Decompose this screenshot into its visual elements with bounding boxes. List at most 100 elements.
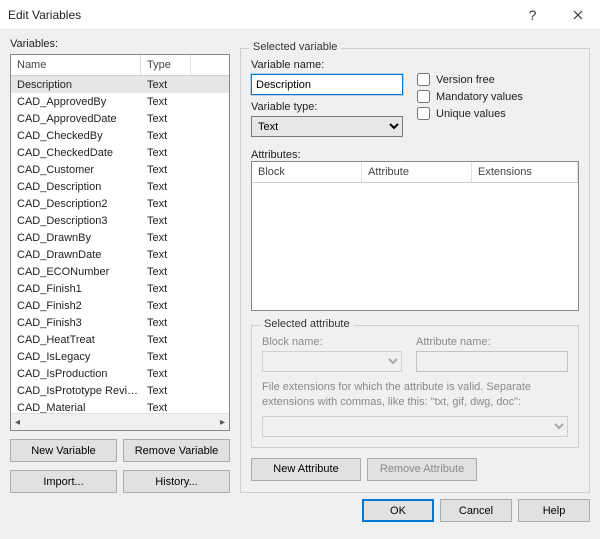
block-name-select bbox=[262, 351, 402, 372]
row-type: Text bbox=[141, 164, 229, 176]
row-type: Text bbox=[141, 113, 229, 125]
table-row[interactable]: CAD_DescriptionText bbox=[11, 178, 229, 195]
variables-label: Variables: bbox=[10, 38, 230, 50]
row-type: Text bbox=[141, 351, 229, 363]
title-bar: Edit Variables ? bbox=[0, 0, 600, 30]
row-name: CAD_IsPrototype Revision bbox=[11, 385, 141, 397]
attributes-list[interactable]: Block Attribute Extensions bbox=[251, 161, 579, 311]
table-row[interactable]: CAD_HeatTreatText bbox=[11, 331, 229, 348]
row-name: CAD_Material bbox=[11, 402, 141, 414]
row-name: CAD_Finish3 bbox=[11, 317, 141, 329]
selected-attribute-group: Selected attribute Block name: Attribute… bbox=[251, 325, 579, 448]
remove-attribute-button: Remove Attribute bbox=[367, 458, 477, 481]
col-name[interactable]: Name bbox=[11, 55, 141, 75]
table-row[interactable]: CAD_Finish2Text bbox=[11, 297, 229, 314]
col-type[interactable]: Type bbox=[141, 55, 191, 75]
horizontal-scrollbar[interactable]: ◂ ▸ bbox=[11, 413, 229, 430]
row-name: CAD_Finish1 bbox=[11, 283, 141, 295]
row-name: CAD_Description2 bbox=[11, 198, 141, 210]
table-row[interactable]: CAD_ApprovedByText bbox=[11, 93, 229, 110]
table-row[interactable]: CAD_CheckedDateText bbox=[11, 144, 229, 161]
row-name: CAD_DrawnBy bbox=[11, 232, 141, 244]
row-type: Text bbox=[141, 79, 229, 91]
selected-attribute-legend: Selected attribute bbox=[260, 318, 354, 330]
table-row[interactable]: CAD_IsProductionText bbox=[11, 365, 229, 382]
variables-rows[interactable]: DescriptionTextCAD_ApprovedByTextCAD_App… bbox=[11, 76, 229, 413]
extensions-help-text: File extensions for which the attribute … bbox=[262, 380, 568, 410]
attribute-name-input bbox=[416, 351, 568, 372]
scroll-left-icon[interactable]: ◂ bbox=[11, 417, 24, 428]
table-row[interactable]: CAD_DrawnByText bbox=[11, 229, 229, 246]
extensions-select bbox=[262, 416, 568, 437]
dialog-actions: OK Cancel Help bbox=[0, 499, 600, 532]
attributes-header: Block Attribute Extensions bbox=[252, 162, 578, 183]
history-button[interactable]: History... bbox=[123, 470, 230, 493]
help-button[interactable]: Help bbox=[518, 499, 590, 522]
table-row[interactable]: CAD_DrawnDateText bbox=[11, 246, 229, 263]
block-name-label: Block name: bbox=[262, 336, 402, 348]
variable-name-input[interactable] bbox=[251, 74, 403, 95]
table-row[interactable]: CAD_Description3Text bbox=[11, 212, 229, 229]
row-type: Text bbox=[141, 317, 229, 329]
row-name: CAD_ApprovedBy bbox=[11, 96, 141, 108]
table-row[interactable]: CAD_CustomerText bbox=[11, 161, 229, 178]
row-type: Text bbox=[141, 368, 229, 380]
row-type: Text bbox=[141, 181, 229, 193]
ok-button[interactable]: OK bbox=[362, 499, 434, 522]
help-titlebar-button[interactable]: ? bbox=[510, 0, 555, 30]
cancel-button[interactable]: Cancel bbox=[440, 499, 512, 522]
close-icon bbox=[573, 10, 583, 20]
row-name: CAD_Description bbox=[11, 181, 141, 193]
row-type: Text bbox=[141, 283, 229, 295]
attribute-name-label: Attribute name: bbox=[416, 336, 568, 348]
row-type: Text bbox=[141, 249, 229, 261]
table-row[interactable]: CAD_CheckedByText bbox=[11, 127, 229, 144]
selected-variable-legend: Selected variable bbox=[249, 41, 341, 53]
row-name: CAD_DrawnDate bbox=[11, 249, 141, 261]
table-row[interactable]: CAD_Finish3Text bbox=[11, 314, 229, 331]
table-row[interactable]: CAD_ECONumberText bbox=[11, 263, 229, 280]
row-name: CAD_ECONumber bbox=[11, 266, 141, 278]
variable-type-label: Variable type: bbox=[251, 101, 403, 113]
version-free-checkbox[interactable]: Version free bbox=[417, 73, 523, 86]
row-name: CAD_CheckedDate bbox=[11, 147, 141, 159]
new-attribute-button[interactable]: New Attribute bbox=[251, 458, 361, 481]
table-row[interactable]: CAD_ApprovedDateText bbox=[11, 110, 229, 127]
row-name: CAD_HeatTreat bbox=[11, 334, 141, 346]
row-type: Text bbox=[141, 266, 229, 278]
row-type: Text bbox=[141, 215, 229, 227]
table-row[interactable]: CAD_IsPrototype RevisionText bbox=[11, 382, 229, 399]
row-type: Text bbox=[141, 147, 229, 159]
new-variable-button[interactable]: New Variable bbox=[10, 439, 117, 462]
row-name: CAD_CheckedBy bbox=[11, 130, 141, 142]
row-name: Description bbox=[11, 79, 141, 91]
col-block[interactable]: Block bbox=[252, 162, 362, 182]
variables-list[interactable]: Name Type DescriptionTextCAD_ApprovedByT… bbox=[10, 54, 230, 431]
attributes-label: Attributes: bbox=[251, 149, 579, 161]
row-name: CAD_IsLegacy bbox=[11, 351, 141, 363]
import-button[interactable]: Import... bbox=[10, 470, 117, 493]
row-type: Text bbox=[141, 402, 229, 414]
close-button[interactable] bbox=[555, 0, 600, 30]
scroll-right-icon[interactable]: ▸ bbox=[216, 417, 229, 428]
row-type: Text bbox=[141, 198, 229, 210]
variable-name-label: Variable name: bbox=[251, 59, 403, 71]
unique-values-checkbox[interactable]: Unique values bbox=[417, 107, 523, 120]
row-type: Text bbox=[141, 130, 229, 142]
table-row[interactable]: CAD_Description2Text bbox=[11, 195, 229, 212]
table-row[interactable]: CAD_Finish1Text bbox=[11, 280, 229, 297]
col-extensions[interactable]: Extensions bbox=[472, 162, 578, 182]
row-name: CAD_Customer bbox=[11, 164, 141, 176]
row-type: Text bbox=[141, 385, 229, 397]
window-title: Edit Variables bbox=[8, 8, 510, 22]
row-name: CAD_Description3 bbox=[11, 215, 141, 227]
table-row[interactable]: DescriptionText bbox=[11, 76, 229, 93]
row-name: CAD_IsProduction bbox=[11, 368, 141, 380]
table-row[interactable]: CAD_IsLegacyText bbox=[11, 348, 229, 365]
mandatory-values-checkbox[interactable]: Mandatory values bbox=[417, 90, 523, 103]
variable-type-select[interactable]: Text bbox=[251, 116, 403, 137]
remove-variable-button[interactable]: Remove Variable bbox=[123, 439, 230, 462]
row-type: Text bbox=[141, 96, 229, 108]
col-attribute[interactable]: Attribute bbox=[362, 162, 472, 182]
table-row[interactable]: CAD_MaterialText bbox=[11, 399, 229, 413]
